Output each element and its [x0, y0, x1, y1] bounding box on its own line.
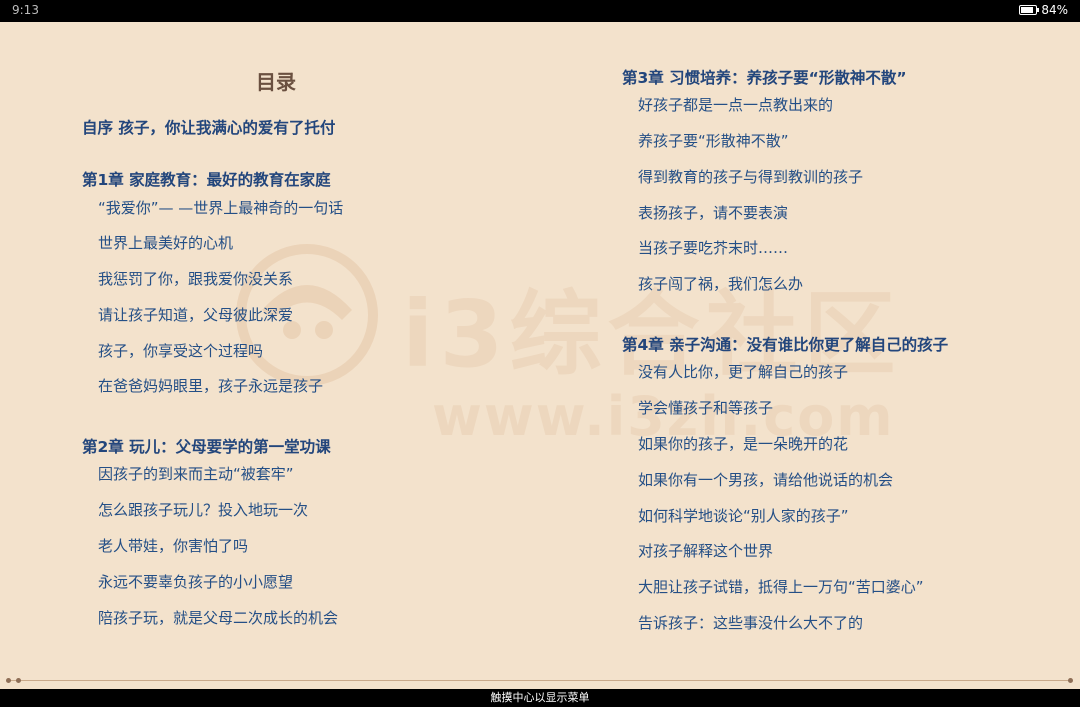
toc-item[interactable]: “我爱你”— —世界上最神奇的一句话: [82, 197, 343, 218]
reading-progress-track[interactable]: [8, 680, 1072, 681]
toc-chapter-1[interactable]: 第1章 家庭教育：最好的教育在家庭: [82, 168, 331, 190]
toc-item[interactable]: 对孩子解释这个世界: [622, 540, 773, 561]
toc-item[interactable]: 告诉孩子：这些事没什么大不了的: [622, 612, 863, 633]
bottom-hint-bar[interactable]: 触摸中心以显示菜单: [0, 689, 1080, 707]
toc-item[interactable]: 大胆让孩子试错，抵得上一万句“苦口婆心”: [622, 576, 924, 597]
toc-chapter-4[interactable]: 第4章 亲子沟通：没有谁比你更了解自己的孩子: [622, 333, 948, 355]
battery-level: 84%: [1041, 3, 1068, 17]
status-time: 9:13: [12, 3, 39, 17]
status-bar: 9:13 84%: [0, 0, 1080, 22]
toc-item[interactable]: 当孩子要吃芥末时……: [622, 237, 788, 258]
progress-end-dot: [1068, 678, 1073, 683]
toc-item[interactable]: 因孩子的到来而主动“被套牢”: [82, 463, 294, 484]
toc-preface[interactable]: 自序 孩子，你让我满心的爱有了托付: [82, 116, 335, 138]
toc-chapter-2[interactable]: 第2章 玩儿：父母要学的第一堂功课: [82, 435, 331, 457]
toc-item[interactable]: 如果你的孩子，是一朵晚开的花: [622, 433, 848, 454]
progress-handle[interactable]: [16, 678, 21, 683]
battery-icon: [1019, 5, 1040, 15]
toc-item[interactable]: 孩子闯了祸，我们怎么办: [622, 273, 803, 294]
toc-item[interactable]: 表扬孩子，请不要表演: [622, 202, 788, 223]
toc-item[interactable]: 请让孩子知道，父母彼此深爱: [82, 304, 293, 325]
status-right: 84%: [1019, 3, 1068, 17]
toc-item[interactable]: 老人带娃，你害怕了吗: [82, 535, 248, 556]
toc-item[interactable]: 养孩子要“形散神不散”: [622, 130, 789, 151]
toc-item[interactable]: 怎么跟孩子玩儿？投入地玩一次: [82, 499, 308, 520]
toc-item[interactable]: 好孩子都是一点一点教出来的: [622, 94, 833, 115]
progress-start-dot: [6, 678, 11, 683]
toc-item[interactable]: 如何科学地谈论“别人家的孩子”: [622, 505, 849, 526]
menu-hint: 触摸中心以显示菜单: [490, 691, 590, 704]
toc-item[interactable]: 我惩罚了你，跟我爱你没关系: [82, 268, 293, 289]
toc-item[interactable]: 孩子，你享受这个过程吗: [82, 340, 263, 361]
toc-item[interactable]: 世界上最美好的心机: [82, 232, 233, 253]
toc-item[interactable]: 陪孩子玩，就是父母二次成长的机会: [82, 607, 338, 628]
toc-item[interactable]: 学会懂孩子和等孩子: [622, 397, 773, 418]
toc-chapter-3[interactable]: 第3章 习惯培养：养孩子要“形散神不散”: [622, 66, 907, 88]
toc-title: 目录: [256, 70, 296, 94]
toc-item[interactable]: 在爸爸妈妈眼里，孩子永远是孩子: [82, 375, 323, 396]
toc-item[interactable]: 没有人比你，更了解自己的孩子: [622, 361, 848, 382]
toc-item[interactable]: 永远不要辜负孩子的小小愿望: [82, 571, 293, 592]
toc-item[interactable]: 如果你有一个男孩，请给他说话的机会: [622, 469, 893, 490]
toc-item[interactable]: 得到教育的孩子与得到教训的孩子: [622, 166, 863, 187]
